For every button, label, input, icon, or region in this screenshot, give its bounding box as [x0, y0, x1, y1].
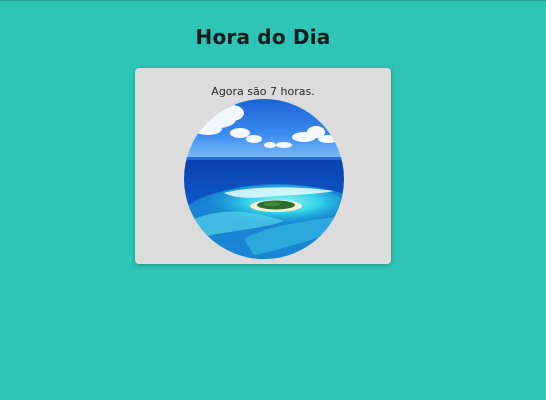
island-photo — [184, 99, 344, 259]
time-message: Agora são 7 horas. — [211, 85, 315, 98]
time-card: Agora são 7 horas. — [135, 68, 391, 264]
page-title: Hora do Dia — [195, 25, 331, 49]
